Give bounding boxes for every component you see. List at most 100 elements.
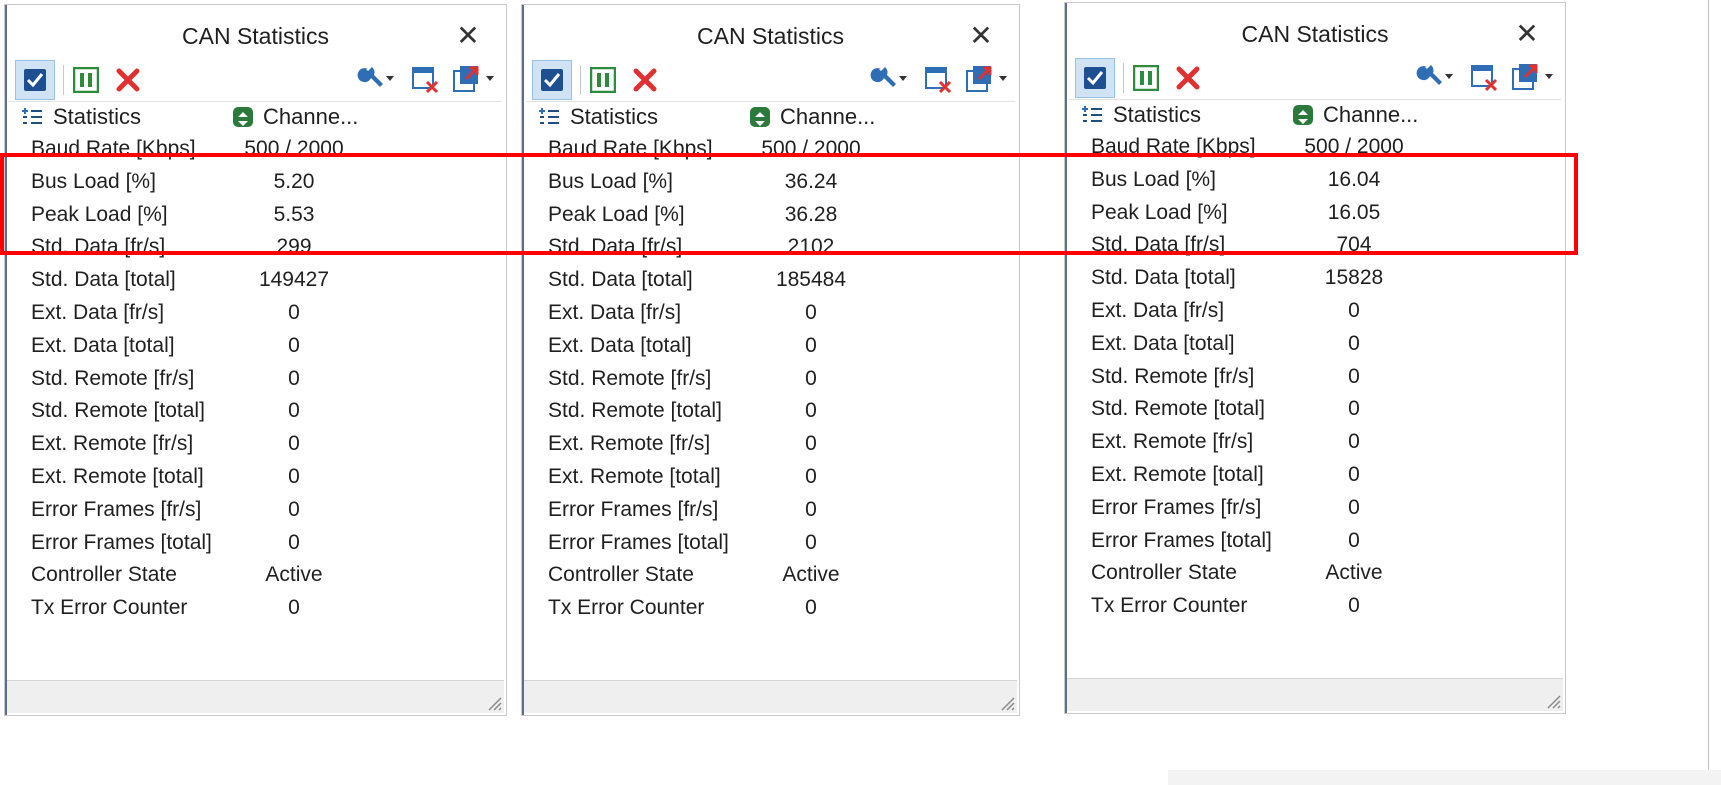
row-value: 0 [1348,298,1360,322]
table-row[interactable]: Error Frames [total] 0 [522,527,1019,560]
table-row[interactable]: Controller State Active [522,559,1019,592]
table-row[interactable]: Ext. Remote [fr/s] 0 [1065,426,1565,459]
row-label: Ext. Data [fr/s] [31,300,165,324]
enable-toggle-button[interactable] [532,60,572,100]
pause-button[interactable] [1132,64,1160,92]
table-row[interactable]: Std. Data [fr/s] 2102 [522,231,1019,264]
row-value: 36.24 [784,169,838,193]
table-row[interactable]: Ext. Remote [total] 0 [5,461,506,494]
table-row[interactable]: Ext. Data [total] 0 [5,330,506,363]
table-row[interactable]: Peak Load [%] 5.53 [5,199,506,232]
row-label: Std. Data [total] [31,268,176,292]
table-row[interactable]: Tx Error Counter 0 [5,592,506,625]
table-row[interactable]: Error Frames [total] 0 [1065,525,1565,558]
table-row[interactable]: Error Frames [fr/s] 0 [1065,492,1565,525]
table-row[interactable]: Error Frames [fr/s] 0 [522,494,1019,527]
row-value: 16.04 [1327,167,1381,191]
table-row[interactable]: Std. Data [total] 185484 [522,264,1019,297]
table-row[interactable]: Std. Data [total] 15828 [1065,262,1565,295]
delete-window-button[interactable] [1469,61,1501,93]
export-dropdown-button[interactable] [963,63,1011,95]
table-row[interactable]: Ext. Remote [total] 0 [522,461,1019,494]
row-label: Std. Data [fr/s] [1091,233,1226,257]
row-value: 16.05 [1327,200,1381,224]
table-row[interactable]: Ext. Data [total] 0 [522,330,1019,363]
row-value: 0 [805,333,817,357]
table-row[interactable]: Std. Remote [total] 0 [522,395,1019,428]
row-value: 704 [1336,233,1372,257]
enable-toggle-button[interactable] [15,60,55,100]
delete-window-button[interactable] [923,63,955,95]
statistics-column-header[interactable]: Statistics [538,102,658,132]
table-row[interactable]: Baud Rate [Kbps] 500 / 2000 [5,133,506,166]
table-row[interactable]: Ext. Remote [fr/s] 0 [5,428,506,461]
row-label: Ext. Data [fr/s] [1091,298,1225,322]
table-row[interactable]: Std. Remote [fr/s] 0 [1065,361,1565,394]
table-row[interactable]: Peak Load [%] 16.05 [1065,197,1565,230]
settings-dropdown-button[interactable] [1409,61,1453,93]
list-icon [1082,106,1102,122]
table-row[interactable]: Baud Rate [Kbps] 500 / 2000 [522,133,1019,166]
table-row[interactable]: Tx Error Counter 0 [522,592,1019,625]
delete-window-button[interactable] [410,63,442,95]
title-bar[interactable]: CAN Statistics ✕ [522,5,1019,53]
pause-button[interactable] [72,66,100,94]
table-row[interactable]: Tx Error Counter 0 [1065,590,1565,623]
stop-button[interactable] [1175,65,1201,91]
statistics-column-label: Statistics [1113,102,1202,127]
table-row[interactable]: Std. Remote [fr/s] 0 [522,363,1019,396]
table-row[interactable]: Bus Load [%] 36.24 [522,166,1019,199]
table-row[interactable]: Std. Data [total] 149427 [5,264,506,297]
table-row[interactable]: Error Frames [fr/s] 0 [5,494,506,527]
channel-column-label: Channe... [780,104,876,129]
table-row[interactable]: Ext. Data [total] 0 [1065,328,1565,361]
title-bar[interactable]: CAN Statistics ✕ [1065,3,1565,51]
channel-column-header[interactable]: Channe... [750,102,875,132]
table-row[interactable]: Ext. Data [fr/s] 0 [522,297,1019,330]
table-row[interactable]: Controller State Active [1065,557,1565,590]
statistics-column-header[interactable]: Statistics [21,102,141,132]
table-row[interactable]: Ext. Data [fr/s] 0 [1065,295,1565,328]
table-row[interactable]: Std. Data [fr/s] 299 [5,231,506,264]
row-label: Std. Remote [total] [31,399,205,423]
row-label: Std. Data [fr/s] [548,235,683,259]
toolbar [9,57,502,102]
row-label: Ext. Remote [fr/s] [1091,430,1254,454]
enable-toggle-button[interactable] [1075,58,1115,98]
row-label: Peak Load [%] [548,202,685,226]
table-row[interactable]: Std. Remote [total] 0 [1065,393,1565,426]
table-row[interactable]: Std. Data [fr/s] 704 [1065,229,1565,262]
table-row[interactable]: Ext. Remote [total] 0 [1065,459,1565,492]
close-icon[interactable]: ✕ [1513,17,1541,51]
table-row[interactable]: Ext. Data [fr/s] 0 [5,297,506,330]
row-value: 299 [276,235,312,259]
title-bar[interactable]: CAN Statistics ✕ [5,5,506,53]
row-label: Peak Load [%] [1091,200,1228,224]
statistics-column-header[interactable]: Statistics [1081,100,1201,130]
table-row[interactable]: Std. Remote [fr/s] 0 [5,363,506,396]
pause-button[interactable] [589,66,617,94]
wrench-icon [357,67,394,87]
close-icon[interactable]: ✕ [454,19,482,53]
row-label: Ext. Data [total] [548,333,692,357]
table-row[interactable]: Baud Rate [Kbps] 500 / 2000 [1065,131,1565,164]
table-row[interactable]: Controller State Active [5,559,506,592]
row-value: 500 / 2000 [1304,135,1404,158]
statistics-column-label: Statistics [570,104,659,129]
settings-dropdown-button[interactable] [863,63,907,95]
stop-button[interactable] [115,67,141,93]
close-icon[interactable]: ✕ [967,19,995,53]
table-row[interactable]: Peak Load [%] 36.28 [522,199,1019,232]
channel-column-header[interactable]: Channe... [1293,100,1418,130]
table-row[interactable]: Error Frames [total] 0 [5,527,506,560]
table-row[interactable]: Bus Load [%] 16.04 [1065,164,1565,197]
table-row[interactable]: Std. Remote [total] 0 [5,395,506,428]
export-dropdown-button[interactable] [1509,61,1557,93]
table-row[interactable]: Ext. Remote [fr/s] 0 [522,428,1019,461]
stop-button[interactable] [632,67,658,93]
table-row[interactable]: Bus Load [%] 5.20 [5,166,506,199]
export-dropdown-button[interactable] [450,63,498,95]
channel-column-header[interactable]: Channe... [233,102,358,132]
row-value: 0 [1348,495,1360,519]
settings-dropdown-button[interactable] [350,63,394,95]
